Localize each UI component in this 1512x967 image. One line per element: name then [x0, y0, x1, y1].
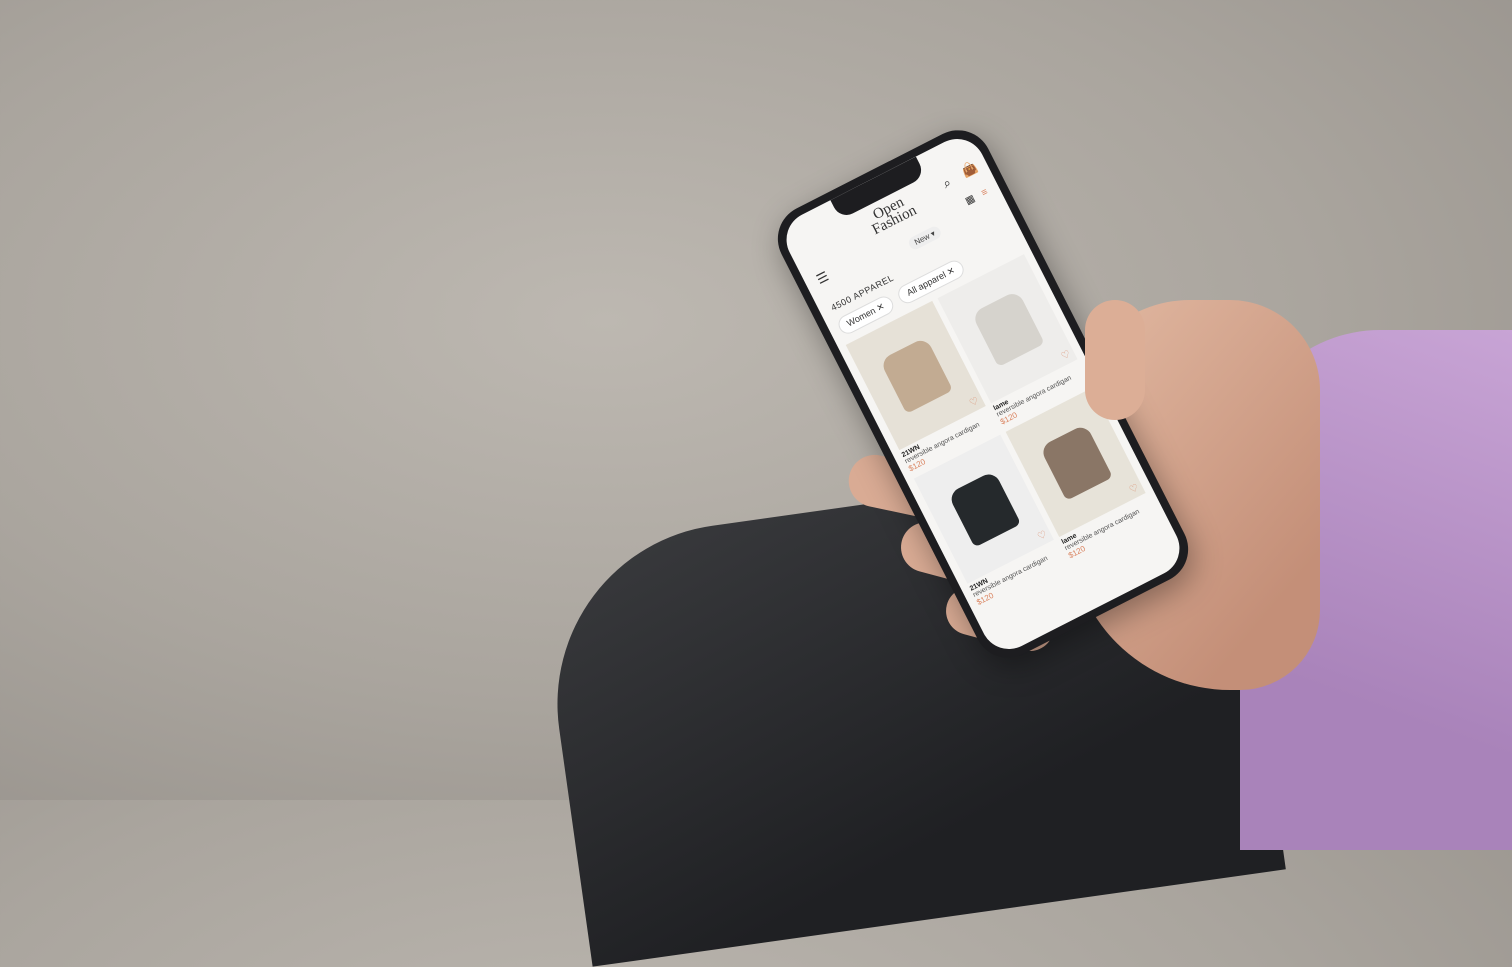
- heart-icon[interactable]: ♡: [968, 395, 981, 409]
- filter-icon[interactable]: ≡: [980, 187, 990, 199]
- search-icon[interactable]: ⌕: [940, 175, 954, 193]
- heart-icon[interactable]: ♡: [1060, 349, 1073, 363]
- hamburger-icon[interactable]: ☰: [814, 268, 832, 288]
- heart-icon[interactable]: ♡: [1036, 529, 1049, 543]
- shopping-bag-icon[interactable]: 👜: [959, 159, 981, 181]
- thumb: [1085, 300, 1145, 420]
- heart-icon[interactable]: ♡: [1128, 482, 1141, 496]
- grid-view-icon[interactable]: ▦: [964, 193, 977, 207]
